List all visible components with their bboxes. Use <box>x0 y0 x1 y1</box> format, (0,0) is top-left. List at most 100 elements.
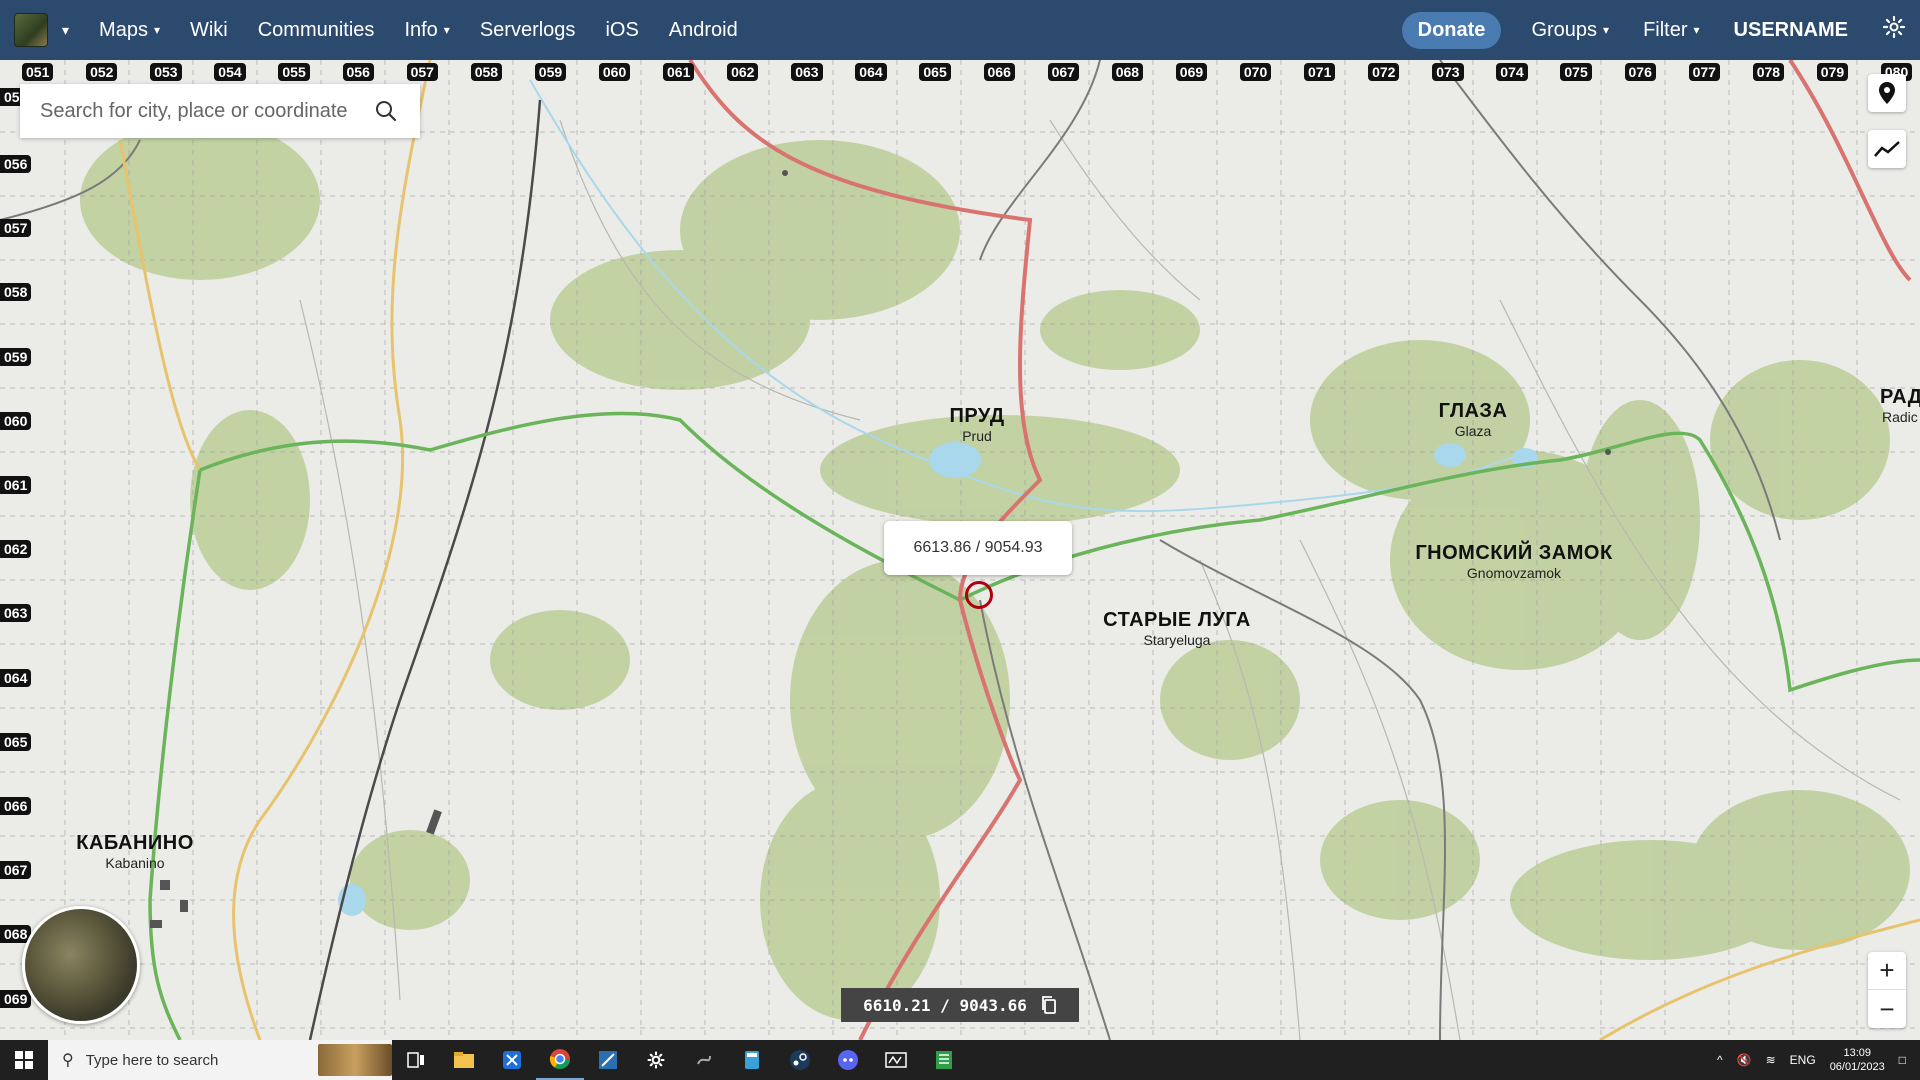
notification-icon[interactable]: □ <box>1899 1053 1906 1067</box>
clock-time: 13:09 <box>1843 1047 1871 1059</box>
cursor-coordinates: 6610.21 / 9043.66 <box>863 995 1027 1015</box>
nav-info-label: Info <box>404 18 438 41</box>
grid-row-label: 057 <box>0 219 32 238</box>
nav-ios[interactable]: iOS <box>605 19 638 42</box>
chevron-down-icon: ▾ <box>443 23 450 37</box>
groups-dropdown[interactable]: Groups ▾ <box>1531 19 1609 42</box>
speaker-muted-icon[interactable]: 🔇 <box>1737 1053 1752 1067</box>
zoom-out-button[interactable]: − <box>1868 990 1906 1028</box>
grid-column-label: 051 <box>22 63 54 81</box>
search-bar[interactable] <box>20 84 420 138</box>
calculator-icon[interactable] <box>728 1040 776 1080</box>
nav-right-group: Donate Groups ▾ Filter ▾ USERNAME <box>1401 11 1920 49</box>
app-icon-blue[interactable] <box>488 1040 536 1080</box>
donate-button[interactable]: Donate <box>1401 11 1502 49</box>
app-icon-dz[interactable] <box>872 1040 920 1080</box>
place-label-glaza[interactable]: ГЛАЗА Glaza <box>1439 400 1508 439</box>
chrome-icon[interactable] <box>536 1040 584 1080</box>
start-button[interactable] <box>0 1040 48 1080</box>
nav-wiki[interactable]: Wiki <box>190 19 228 42</box>
nav-maps[interactable]: Maps ▾ <box>99 19 160 42</box>
place-name-en: Prud <box>962 428 992 444</box>
place-label-kabanino[interactable]: КАБАНИНО Kabanino <box>76 832 194 871</box>
gear-icon[interactable] <box>1882 15 1906 46</box>
place-name-en: Staryeluga <box>1143 632 1211 648</box>
map-tools <box>1868 74 1906 168</box>
place-label-prud[interactable]: ПРУД Prud <box>949 405 1004 444</box>
minimap[interactable] <box>22 906 140 1024</box>
grid-column-label: 070 <box>1239 63 1272 81</box>
grid-column-label: 074 <box>1496 63 1528 81</box>
file-explorer-icon[interactable] <box>440 1040 488 1080</box>
grid-column-label: 068 <box>1111 63 1144 81</box>
grid-column-label: 056 <box>342 63 374 81</box>
place-label-staryeluga[interactable]: СТАРЫЕ ЛУГА Staryeluga <box>1103 609 1251 648</box>
language-indicator[interactable]: ENG <box>1790 1053 1816 1067</box>
grid-row-label: 069 <box>0 989 32 1008</box>
grid-row-label: 066 <box>0 797 32 815</box>
chevron-down-icon: ▾ <box>153 23 160 37</box>
grid-column-label: 069 <box>1175 63 1208 81</box>
grid-column-label: 073 <box>1432 63 1464 81</box>
nav-info[interactable]: Info ▾ <box>404 19 449 42</box>
chevron-up-icon[interactable]: ^ <box>1717 1053 1723 1067</box>
grid-column-label: 064 <box>855 63 887 81</box>
grid-row-label: 058 <box>0 283 32 302</box>
app-icon-swirl[interactable] <box>680 1040 728 1080</box>
place-label-radio[interactable]: РАДИО Radic <box>1880 386 1920 425</box>
place-name-en: Kabanino <box>105 855 165 871</box>
nav-android-label: Android <box>668 18 738 41</box>
nav-maps-label: Maps <box>99 18 148 41</box>
nav-serverlogs-label: Serverlogs <box>479 18 576 41</box>
grid-column-label: 078 <box>1752 63 1785 81</box>
grid-column-label: 062 <box>727 63 759 81</box>
place-name-ru: РАДИО <box>1880 386 1920 408</box>
grid-column-label: 052 <box>86 63 118 81</box>
grid-column-label: 072 <box>1368 63 1400 81</box>
clock[interactable]: 13:09 06/01/2023 <box>1830 1046 1885 1074</box>
grid-row-label: 060 <box>0 411 32 430</box>
nav-android[interactable]: Android <box>669 19 738 42</box>
grid-column-label: 061 <box>663 63 695 81</box>
search-input[interactable] <box>40 99 370 123</box>
place-label-gnomovzamok[interactable]: ГНОМСКИЙ ЗАМОК Gnomovzamok <box>1415 542 1612 581</box>
chevron-down-icon: ▾ <box>1603 23 1610 37</box>
line-chart-icon <box>1874 141 1900 157</box>
nav-communities[interactable]: Communities <box>258 19 375 42</box>
app-logo-icon[interactable] <box>14 13 48 47</box>
place-name-en: Radic <box>1882 409 1918 425</box>
grid-column-label: 067 <box>1047 63 1079 81</box>
taskbar-search-placeholder: Type here to search <box>85 1051 219 1069</box>
place-name-en: Glaza <box>1454 423 1492 439</box>
windows-taskbar: ⚲ Type here to search ^ 🔇 ≋ ENG 13:09 06… <box>0 1040 1920 1080</box>
top-navigation-bar: ▾ Maps ▾ Wiki Communities Info ▾ Serverlog… <box>0 0 1920 60</box>
nav-serverlogs[interactable]: Serverlogs <box>480 19 576 42</box>
place-name-ru: ГЛАЗА <box>1438 400 1508 422</box>
windows-icon <box>15 1051 33 1069</box>
steam-icon[interactable] <box>776 1040 824 1080</box>
add-marker-button[interactable] <box>1868 74 1906 112</box>
grid-column-label: 058 <box>470 63 503 81</box>
place-name-ru: СТАРЫЕ ЛУГА <box>1103 609 1251 631</box>
task-view-icon[interactable] <box>392 1040 440 1080</box>
grid-column-label: 055 <box>278 63 310 81</box>
place-name-en: Gnomovzamok <box>1466 565 1562 581</box>
measure-line-button[interactable] <box>1868 130 1906 168</box>
cursor-coordinates-bar: 6610.21 / 9043.66 <box>841 988 1079 1022</box>
location-marker[interactable] <box>965 581 993 609</box>
chevron-down-icon[interactable]: ▾ <box>62 22 69 39</box>
copy-icon[interactable] <box>1041 995 1057 1015</box>
settings-icon[interactable] <box>632 1040 680 1080</box>
wifi-icon[interactable]: ≋ <box>1766 1053 1776 1067</box>
zoom-control: + − <box>1868 952 1906 1028</box>
taskbar-search[interactable]: ⚲ Type here to search <box>48 1040 392 1080</box>
grid-column-label: 063 <box>791 63 823 81</box>
app-icon-dark[interactable] <box>584 1040 632 1080</box>
filter-dropdown[interactable]: Filter ▾ <box>1643 19 1699 42</box>
grid-column-label: 066 <box>983 63 1015 81</box>
discord-icon[interactable] <box>824 1040 872 1080</box>
spreadsheet-icon[interactable] <box>920 1040 968 1080</box>
search-icon[interactable] <box>374 99 398 123</box>
username-link[interactable]: USERNAME <box>1734 19 1848 42</box>
zoom-in-button[interactable]: + <box>1868 952 1906 990</box>
